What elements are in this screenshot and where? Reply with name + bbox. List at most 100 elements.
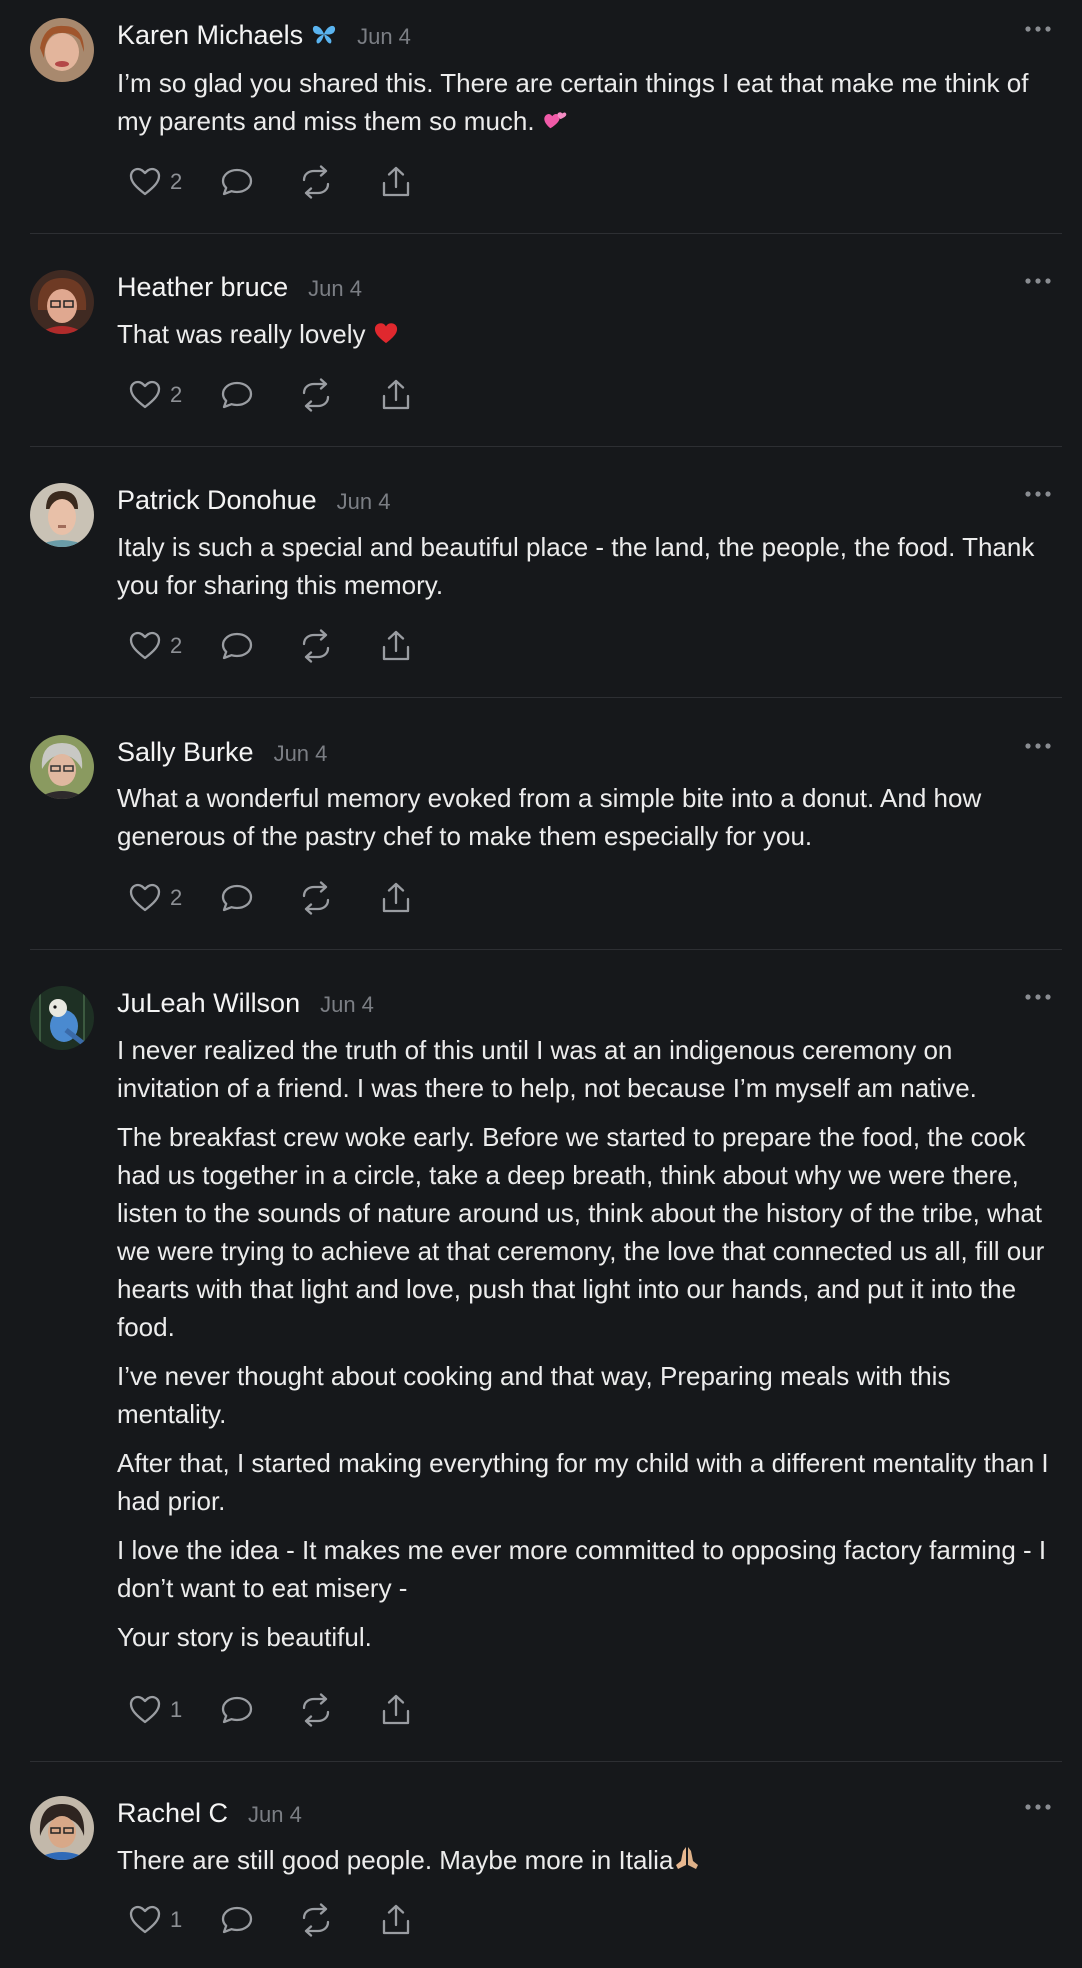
more-options-icon[interactable] (1024, 487, 1052, 499)
comment-date: Jun 4 (248, 1802, 302, 1827)
restack-button[interactable] (299, 377, 333, 413)
comment-icon (221, 1696, 253, 1724)
avatar[interactable] (30, 483, 94, 547)
like-button[interactable]: 1 (128, 1902, 184, 1938)
restack-button[interactable] (299, 1902, 333, 1938)
comment: JuLeah Willson Jun 4 I never realized th… (0, 968, 1082, 1761)
more-options-icon[interactable] (1024, 22, 1052, 34)
more-options-icon[interactable] (1024, 990, 1052, 1002)
author-name[interactable]: Heather bruce (117, 272, 288, 303)
heart-icon (129, 1905, 161, 1934)
restack-icon (302, 1693, 330, 1727)
reply-button[interactable] (220, 377, 254, 413)
heart-icon (129, 380, 161, 409)
restack-icon (302, 378, 330, 412)
share-icon (382, 1904, 410, 1935)
comment: Patrick Donohue Jun 4 Italy is such a sp… (0, 465, 1082, 697)
share-button[interactable] (379, 1902, 413, 1938)
more-options-icon[interactable] (1024, 274, 1052, 286)
share-button[interactable] (379, 377, 413, 413)
comment-date: Jun 4 (308, 276, 362, 301)
avatar[interactable] (30, 270, 94, 334)
restack-button[interactable] (299, 628, 333, 664)
share-icon (382, 882, 410, 913)
comment-actions: 2 (128, 628, 413, 664)
share-button[interactable] (379, 628, 413, 664)
reply-button[interactable] (220, 1692, 254, 1728)
author-name[interactable]: Sally Burke (117, 737, 254, 768)
author-name[interactable]: JuLeah Willson (117, 988, 300, 1019)
comment-icon (221, 632, 253, 660)
avatar[interactable] (30, 735, 94, 799)
like-count: 2 (170, 633, 183, 658)
comment-text: That was really lovely (117, 319, 366, 349)
restack-icon (302, 881, 330, 915)
divider (30, 446, 1062, 447)
two-hearts-icon (542, 104, 568, 142)
comment: Karen Michaels Jun 4 I’m so glad you sha… (0, 0, 1082, 233)
like-button[interactable]: 2 (128, 377, 184, 413)
author-name[interactable]: Karen Michaels (117, 20, 303, 51)
heart-icon (129, 883, 161, 912)
share-icon (382, 630, 410, 661)
like-count: 1 (170, 1907, 183, 1932)
restack-button[interactable] (299, 164, 333, 200)
author-name[interactable]: Patrick Donohue (117, 485, 317, 516)
share-icon (382, 379, 410, 410)
comment: Rachel C Jun 4 There are still good peop… (0, 1778, 1082, 1968)
comment-date: Jun 4 (357, 24, 411, 49)
restack-button[interactable] (299, 880, 333, 916)
reply-button[interactable] (220, 880, 254, 916)
comment-paragraph: After that, I started making everything … (117, 1448, 1049, 1516)
comment-paragraph: I’ve never thought about cooking and tha… (117, 1361, 951, 1429)
comment: Sally Burke Jun 4 What a wonderful memor… (0, 717, 1082, 949)
divider (30, 949, 1062, 950)
avatar[interactable] (30, 986, 94, 1050)
restack-icon (302, 1903, 330, 1937)
comment-icon (221, 884, 253, 912)
comment-actions: 2 (128, 880, 413, 916)
heart-icon (129, 167, 161, 196)
author-name[interactable]: Rachel C (117, 1798, 228, 1829)
like-button[interactable]: 1 (128, 1692, 184, 1728)
avatar[interactable] (30, 1796, 94, 1860)
restack-icon (302, 165, 330, 199)
heart-icon (129, 1695, 161, 1724)
like-count: 2 (170, 382, 183, 407)
like-count: 2 (170, 885, 183, 910)
comment-date: Jun 4 (273, 741, 328, 766)
comment-paragraph: I never realized the truth of this until… (117, 1035, 977, 1103)
comment-paragraph: I love the idea - It makes me ever more … (117, 1535, 1047, 1603)
comment-body: That was really lovely (117, 315, 1062, 355)
reply-button[interactable] (220, 164, 254, 200)
comment: Heather bruce Jun 4 That was really love… (0, 252, 1082, 446)
like-button[interactable]: 2 (128, 628, 184, 664)
reply-button[interactable] (220, 628, 254, 664)
more-options-icon[interactable] (1024, 1800, 1052, 1812)
restack-button[interactable] (299, 1692, 333, 1728)
comment-text: What a wonderful memory evoked from a si… (117, 783, 982, 851)
share-button[interactable] (379, 880, 413, 916)
like-button[interactable]: 2 (128, 164, 184, 200)
reply-button[interactable] (220, 1902, 254, 1938)
share-button[interactable] (379, 1692, 413, 1728)
comment-actions: 2 (128, 377, 413, 413)
restack-icon (302, 629, 330, 663)
more-options-icon[interactable] (1024, 739, 1052, 751)
comment-date: Jun 4 (336, 489, 391, 514)
heart-icon (129, 631, 161, 660)
avatar[interactable] (30, 18, 94, 82)
comment-body: I never realized the truth of this until… (117, 1031, 1062, 1656)
red-heart-icon (373, 317, 399, 355)
comment-text: I’m so glad you shared this. There are c… (117, 68, 1029, 136)
comment-body: There are still good people. Maybe more … (117, 1841, 1062, 1881)
comment-actions: 1 (128, 1902, 413, 1938)
comment-text: There are still good people. Maybe more … (117, 1845, 674, 1875)
share-button[interactable] (379, 164, 413, 200)
comment-body: Italy is such a special and beautiful pl… (117, 528, 1062, 604)
like-count: 2 (170, 169, 183, 194)
like-button[interactable]: 2 (128, 880, 184, 916)
comment-icon (221, 1906, 253, 1934)
comment-paragraph: Your story is beautiful. (117, 1622, 372, 1652)
comment-actions: 2 (128, 164, 413, 200)
